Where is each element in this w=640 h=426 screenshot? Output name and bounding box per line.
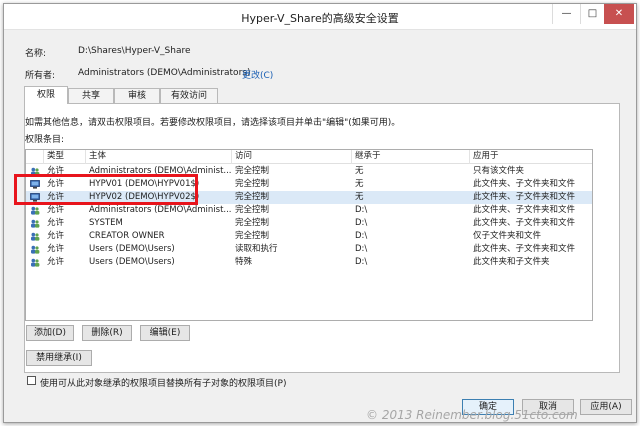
row-access: 完全控制 [235,192,270,202]
computer-icon [30,180,40,189]
minimize-button[interactable]: — [552,4,580,24]
table-row[interactable]: 允许 Users (DEMO\Users) 特殊 D:\ 此文件夹和子文件夹 [26,256,592,269]
remove-button[interactable]: 删除(R) [82,325,132,341]
replace-child-permissions-checkbox[interactable] [27,376,36,385]
row-applies: 此文件夹、子文件夹和文件 [473,244,576,254]
row-type: 允许 [47,244,65,254]
users-icon [30,245,40,254]
table-row[interactable]: 允许 SYSTEM 完全控制 D:\ 此文件夹、子文件夹和文件 [26,217,592,230]
owner-label: 所有者: [25,71,56,81]
row-access: 完全控制 [235,218,270,228]
entries-label: 权限条目: [25,135,65,145]
row-principal: HYPV01 (DEMO\HYPV01$) [89,179,200,189]
row-type: 允许 [47,179,65,189]
row-inherited: 无 [355,179,364,189]
users-icon [30,232,40,241]
row-inherited: 无 [355,192,364,202]
table-row[interactable]: 允许 Administrators (DEMO\Administ... 完全控制 D:… [26,204,592,217]
change-owner-link[interactable]: 更改(C) [242,68,273,81]
instruction-text: 如需其他信息，请双击权限项目。若要修改权限项目，请选择该项目并单击"编辑"(如果… [25,118,401,128]
watermark: © 2013 Reinember.blog.51cto.com [366,408,578,422]
row-principal: CREATOR OWNER [89,231,165,241]
row-access: 完全控制 [235,166,270,176]
name-value: D:\Shares\Hyper-V_Share [78,46,191,56]
add-button[interactable]: 添加(D) [26,325,74,341]
title-bar: Hyper-V_Share的高级安全设置 — □ ✕ [4,4,636,30]
users-icon [30,206,40,215]
table-row[interactable]: 允许 CREATOR OWNER 完全控制 D:\ 仅子文件夹和文件 [26,230,592,243]
users-icon [30,219,40,228]
row-type: 允许 [47,218,65,228]
col-icon [26,150,44,164]
close-button[interactable]: ✕ [604,4,634,24]
row-applies: 只有该文件夹 [473,166,525,176]
row-applies: 仅子文件夹和文件 [473,231,542,241]
row-principal: Administrators (DEMO\Administ... [89,166,231,176]
row-applies: 此文件夹、子文件夹和文件 [473,192,576,202]
col-inherited[interactable]: 继承于 [352,150,470,164]
table-row[interactable]: 允许 HYPV02 (DEMO\HYPV02$) 完全控制 无 此文件夹、子文件夹和文件 [26,191,592,204]
row-applies: 此文件夹和子文件夹 [473,257,550,267]
owner-value: Administrators (DEMO\Administrators) [78,68,251,78]
table-row[interactable]: 允许 HYPV01 (DEMO\HYPV01$) 完全控制 无 此文件夹、子文件夹和文件 [26,178,592,191]
col-applies[interactable]: 应用于 [470,150,592,164]
advanced-security-dialog: Hyper-V_Share的高级安全设置 — □ ✕ 名称: D:\Shares… [3,3,637,423]
row-inherited: 无 [355,166,364,176]
row-inherited: D:\ [355,257,368,267]
users-icon [30,258,40,267]
computer-icon [30,193,40,202]
col-access[interactable]: 访问 [232,150,352,164]
maximize-button[interactable]: □ [580,4,604,24]
edit-button[interactable]: 编辑(E) [140,325,190,341]
row-inherited: D:\ [355,231,368,241]
table-row[interactable]: 允许 Administrators (DEMO\Administ... 完全控制 无 只… [26,165,592,178]
permission-entries-list[interactable]: 类型 主体 访问 继承于 应用于 允许 Administrators (DEMO\… [25,149,593,321]
name-label: 名称: [25,49,47,59]
row-inherited: D:\ [355,205,368,215]
list-header: 类型 主体 访问 继承于 应用于 [26,150,592,164]
row-inherited: D:\ [355,218,368,228]
tab-effective-access[interactable]: 有效访问 [160,88,218,103]
row-applies: 此文件夹、子文件夹和文件 [473,179,576,189]
row-access: 完全控制 [235,205,270,215]
tab-permissions[interactable]: 权限 [24,86,68,104]
row-access: 完全控制 [235,231,270,241]
row-principal: Administrators (DEMO\Administ... [89,205,231,215]
row-principal: Users (DEMO\Users) [89,244,175,254]
col-principal[interactable]: 主体 [86,150,232,164]
replace-child-permissions-label: 使用可从此对象继承的权限项目替换所有子对象的权限项目(P) [40,379,287,389]
row-type: 允许 [47,231,65,241]
row-applies: 此文件夹、子文件夹和文件 [473,218,576,228]
row-type: 允许 [47,166,65,176]
apply-button[interactable]: 应用(A) [580,399,632,415]
row-type: 允许 [47,205,65,215]
disable-inheritance-button[interactable]: 禁用继承(I) [26,350,92,366]
row-principal: Users (DEMO\Users) [89,257,175,267]
users-icon [30,167,40,176]
row-access: 完全控制 [235,179,270,189]
tab-sharing[interactable]: 共享 [68,88,114,103]
row-applies: 此文件夹、子文件夹和文件 [473,205,576,215]
row-principal: SYSTEM [89,218,123,228]
row-access: 读取和执行 [235,244,278,254]
row-type: 允许 [47,257,65,267]
window-title: Hyper-V_Share的高级安全设置 [241,12,399,25]
row-access: 特殊 [235,257,253,267]
row-inherited: D:\ [355,244,368,254]
col-type[interactable]: 类型 [44,150,86,164]
tab-auditing[interactable]: 审核 [114,88,160,103]
row-principal: HYPV02 (DEMO\HYPV02$) [89,192,200,202]
table-row[interactable]: 允许 Users (DEMO\Users) 读取和执行 D:\ 此文件夹、子文件夹和文件 [26,243,592,256]
row-type: 允许 [47,192,65,202]
